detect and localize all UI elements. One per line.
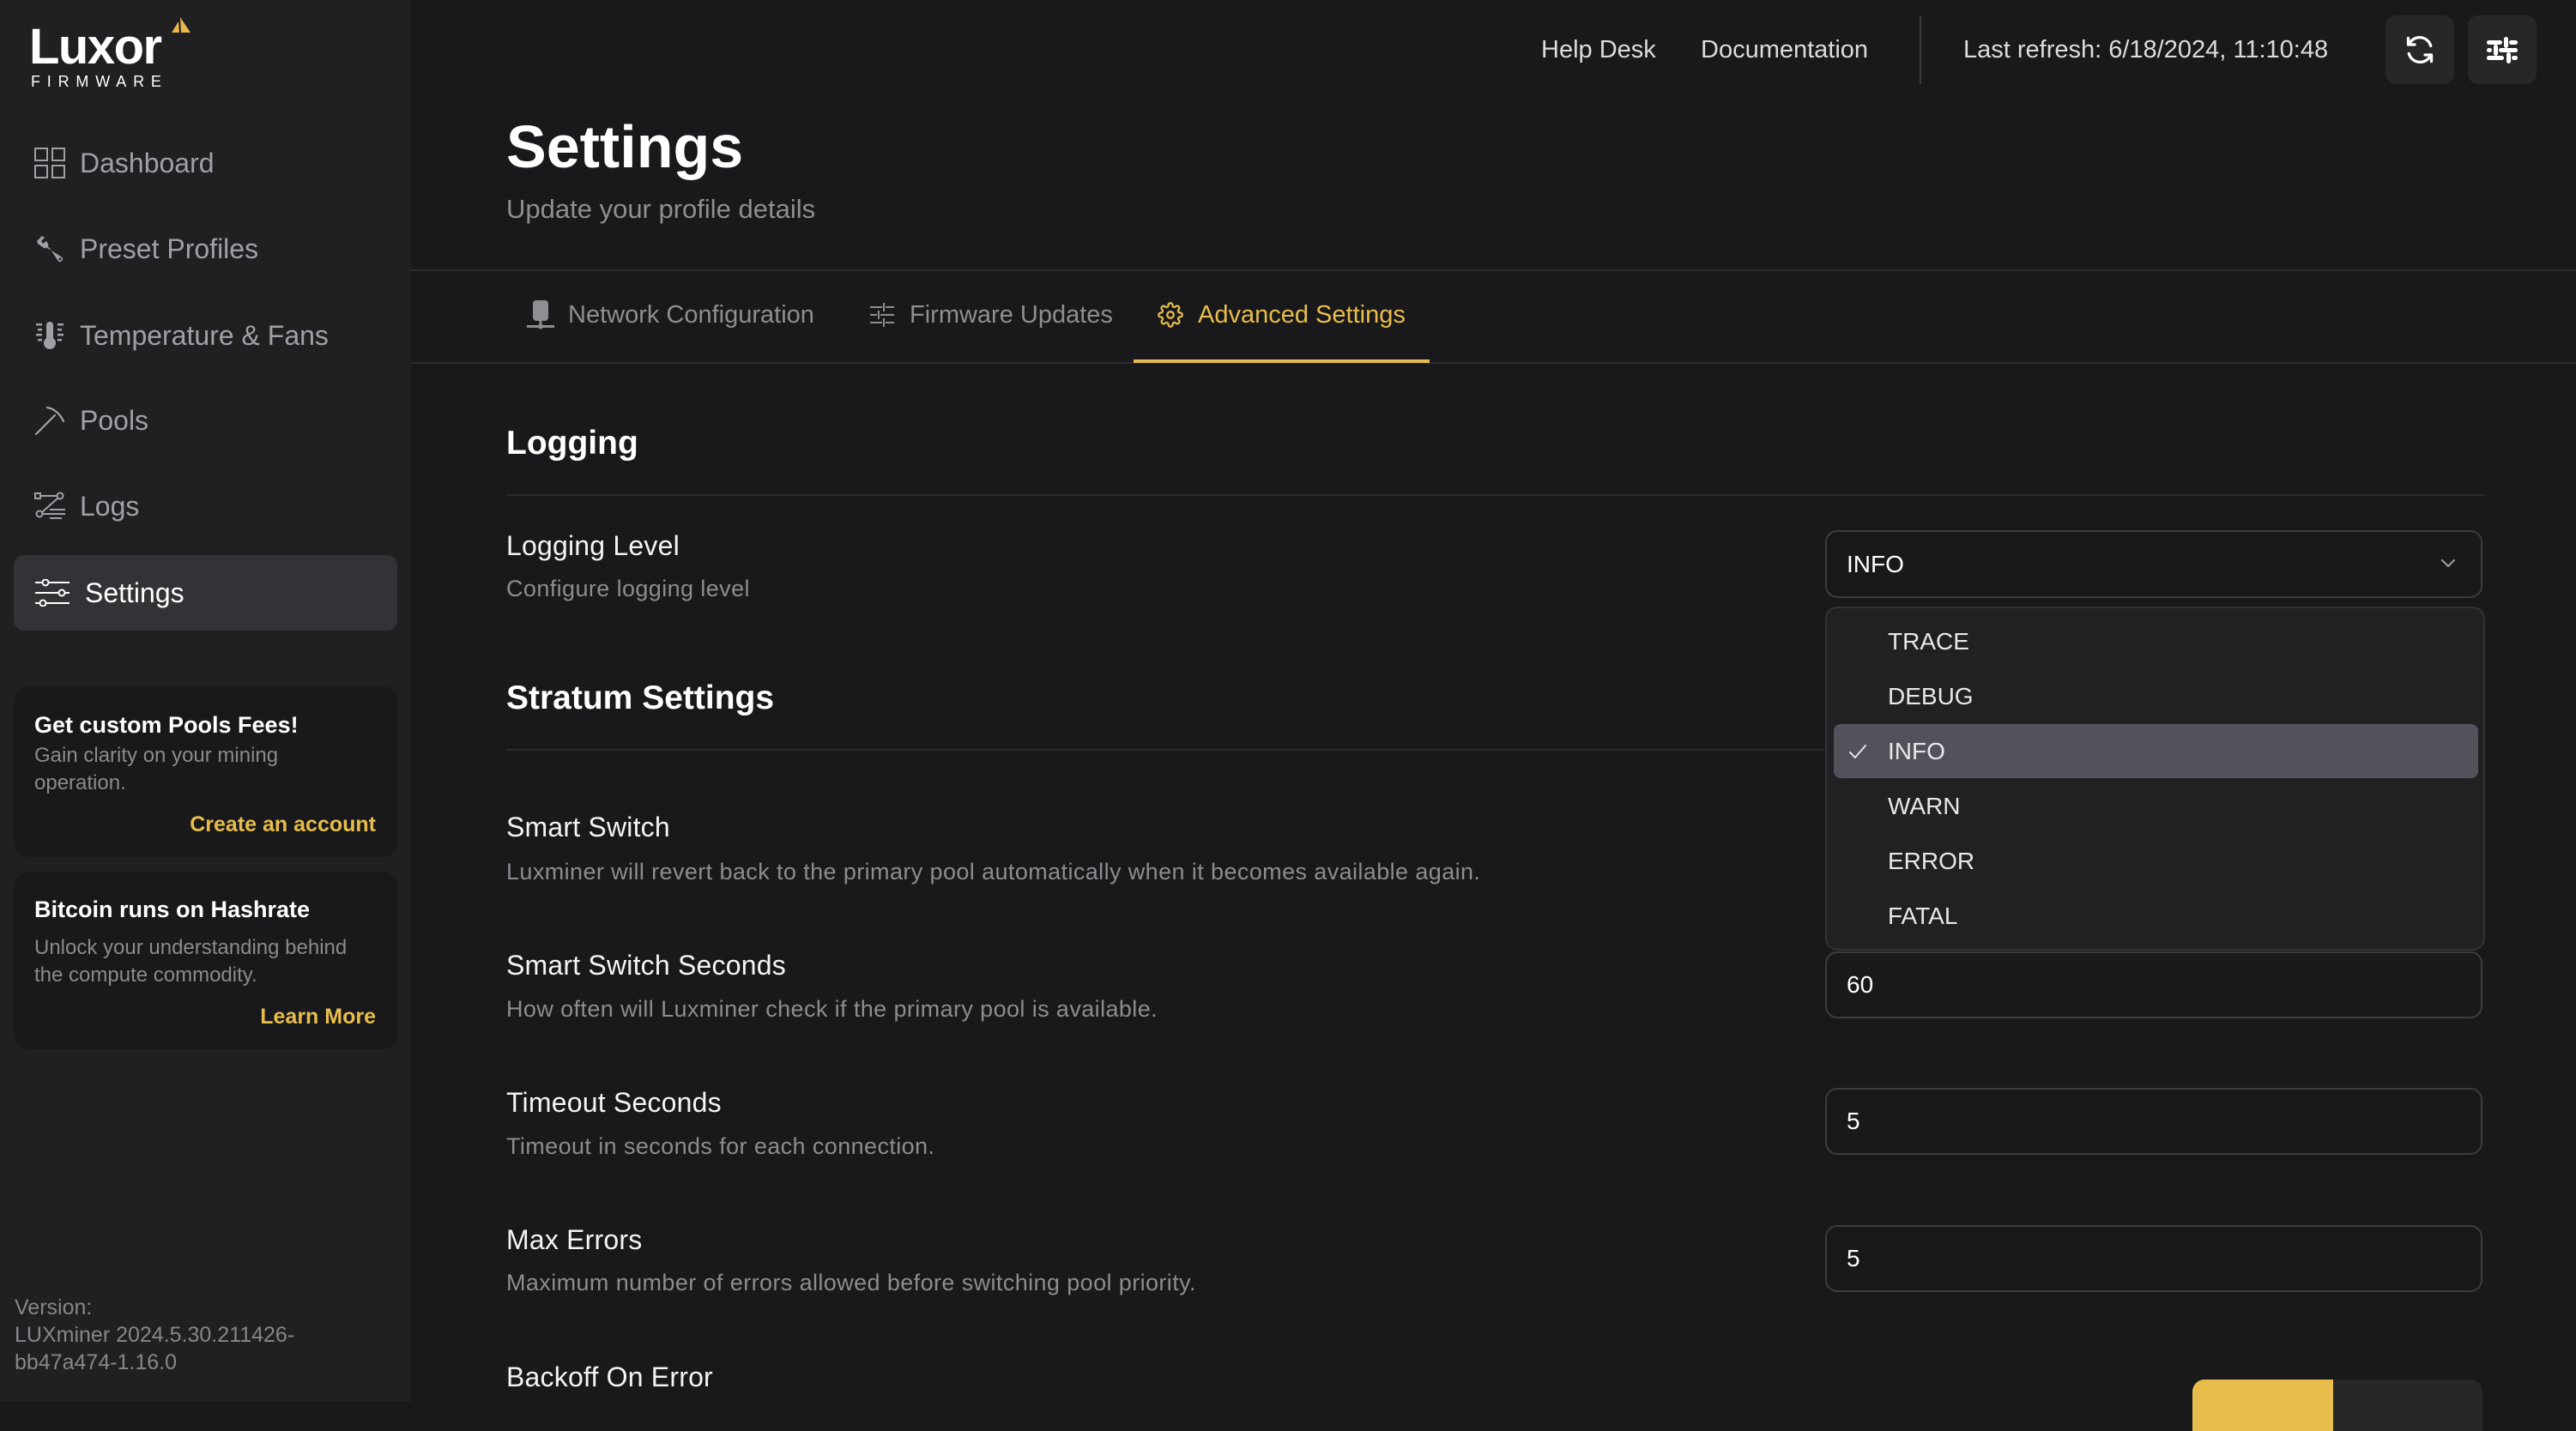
smart-switch-description: Luxminer will revert back to the primary… bbox=[506, 859, 1481, 885]
page-subtitle: Update your profile details bbox=[506, 194, 816, 224]
dropdown-option-info[interactable]: INFO bbox=[1834, 724, 2478, 778]
help-desk-link[interactable]: Help Desk bbox=[1541, 15, 1656, 84]
promo-card-hashrate: Bitcoin runs on Hashrate Unlock your und… bbox=[14, 872, 398, 1049]
dropdown-option-warn[interactable]: WARN bbox=[1834, 779, 2478, 833]
tab-firmware-updates[interactable]: Firmware Updates bbox=[868, 292, 1113, 338]
sidebar-item-label: Logs bbox=[80, 490, 140, 522]
dropdown-option-trace[interactable]: TRACE bbox=[1834, 614, 2478, 668]
sidebar-item-preset-profiles[interactable]: Preset Profiles bbox=[14, 211, 397, 287]
max-errors-label: Max Errors bbox=[506, 1224, 643, 1255]
tab-label: Network Configuration bbox=[568, 300, 814, 329]
logging-level-select[interactable]: INFO bbox=[1825, 530, 2482, 598]
check-icon bbox=[1849, 745, 1866, 758]
option-label: TRACE bbox=[1888, 628, 1969, 655]
max-errors-description: Maximum number of errors allowed before … bbox=[506, 1270, 1196, 1295]
version-info: Version: LUXminer 2024.5.30.211426-bb47a… bbox=[15, 1294, 375, 1376]
documentation-link[interactable]: Documentation bbox=[1701, 15, 1868, 84]
section-title-stratum: Stratum Settings bbox=[506, 679, 775, 716]
tab-network-configuration[interactable]: Network Configuration bbox=[526, 292, 814, 338]
sidebar-item-logs[interactable]: Logs bbox=[14, 468, 397, 544]
smart-switch-seconds-input[interactable] bbox=[1825, 951, 2482, 1018]
sidebar-item-label: Preset Profiles bbox=[80, 232, 259, 264]
chevron-down-icon bbox=[2441, 559, 2455, 567]
timeout-seconds-input[interactable] bbox=[1825, 1088, 2482, 1155]
logging-level-value: INFO bbox=[1847, 551, 1904, 577]
backoff-on-error-toggle-off[interactable] bbox=[2333, 1380, 2482, 1431]
network-icon bbox=[526, 300, 555, 329]
sliders-icon bbox=[868, 300, 897, 329]
brand-logo-mark-icon bbox=[172, 17, 190, 33]
max-errors-input[interactable] bbox=[1825, 1225, 2482, 1292]
section-divider bbox=[506, 494, 2484, 496]
heading-divider bbox=[411, 269, 2576, 271]
option-label: ERROR bbox=[1888, 848, 1975, 874]
thermometer-icon bbox=[33, 319, 67, 352]
sidebar-item-label: Pools bbox=[80, 404, 149, 436]
option-label: FATAL bbox=[1888, 903, 1958, 929]
section-title-logging: Logging bbox=[506, 425, 638, 462]
timeout-seconds-label: Timeout Seconds bbox=[506, 1087, 722, 1118]
active-tab-indicator bbox=[1134, 359, 1430, 363]
promo-title: Bitcoin runs on Hashrate bbox=[34, 897, 311, 922]
sidebar-item-label: Settings bbox=[85, 577, 184, 608]
smart-switch-seconds-description: How often will Luxminer check if the pri… bbox=[506, 996, 1158, 1022]
dropdown-option-error[interactable]: ERROR bbox=[1834, 834, 2478, 888]
smart-switch-label: Smart Switch bbox=[506, 812, 670, 842]
header-divider bbox=[1920, 15, 1921, 84]
brand-logo-name: Luxor bbox=[29, 19, 162, 75]
option-label: WARN bbox=[1888, 793, 1961, 819]
sliders-icon bbox=[35, 577, 70, 609]
brand-logo-subtitle: FIRMWARE bbox=[31, 73, 168, 90]
refresh-button[interactable] bbox=[2386, 15, 2454, 84]
pickaxe-icon bbox=[33, 404, 67, 437]
sidebar-item-dashboard[interactable]: Dashboard bbox=[14, 125, 397, 201]
sidebar-item-label: Dashboard bbox=[80, 147, 215, 178]
tab-label: Firmware Updates bbox=[910, 300, 1113, 329]
tab-advanced-settings[interactable]: Advanced Settings bbox=[1156, 292, 1406, 338]
page-title: Settings bbox=[506, 113, 744, 180]
sidebar: Luxor FIRMWARE Dashboard Preset Profiles bbox=[0, 0, 411, 1402]
promo-description: Unlock your understanding behind the com… bbox=[34, 936, 348, 987]
version-label: Version: bbox=[15, 1295, 93, 1319]
dropdown-option-fatal[interactable]: FATAL bbox=[1834, 889, 2478, 943]
smart-switch-seconds-label: Smart Switch Seconds bbox=[506, 950, 786, 981]
refresh-icon bbox=[2406, 35, 2434, 64]
promo-title: Get custom Pools Fees! bbox=[34, 712, 299, 738]
option-label: DEBUG bbox=[1888, 683, 1974, 709]
sidebar-item-temperature-fans[interactable]: Temperature & Fans bbox=[14, 298, 397, 373]
logging-level-description: Configure logging level bbox=[506, 576, 750, 601]
wrench-icon bbox=[33, 232, 67, 265]
version-value: LUXminer 2024.5.30.211426-bb47a474-1.16.… bbox=[15, 1323, 295, 1374]
backoff-on-error-label: Backoff On Error bbox=[506, 1362, 713, 1392]
tabs-divider bbox=[411, 362, 2576, 364]
sliders-icon bbox=[2487, 37, 2518, 63]
backoff-on-error-toggle-on[interactable] bbox=[2192, 1380, 2333, 1431]
promo-card-pool-fees: Get custom Pools Fees! Gain clarity on y… bbox=[14, 686, 398, 857]
timeout-seconds-description: Timeout in seconds for each connection. bbox=[506, 1133, 935, 1159]
option-label: INFO bbox=[1888, 738, 1945, 764]
gear-icon bbox=[1156, 300, 1185, 329]
promo-description: Gain clarity on your mining operation. bbox=[34, 744, 279, 794]
logging-level-dropdown: TRACE DEBUG INFO WARN ERROR FATAL bbox=[1825, 607, 2485, 951]
sidebar-item-settings[interactable]: Settings bbox=[14, 555, 397, 631]
dropdown-option-debug[interactable]: DEBUG bbox=[1834, 669, 2478, 723]
sidebar-item-pools[interactable]: Pools bbox=[14, 383, 397, 458]
preferences-button[interactable] bbox=[2468, 15, 2537, 84]
dashboard-icon bbox=[33, 147, 67, 179]
logging-level-label: Logging Level bbox=[506, 530, 680, 561]
tab-label: Advanced Settings bbox=[1198, 300, 1406, 329]
learn-more-link[interactable]: Learn More bbox=[34, 1004, 376, 1029]
create-account-link[interactable]: Create an account bbox=[34, 812, 376, 837]
sidebar-item-label: Temperature & Fans bbox=[80, 319, 329, 351]
logs-icon bbox=[33, 490, 67, 522]
last-refresh-text: Last refresh: 6/18/2024, 11:10:48 bbox=[1963, 35, 2329, 63]
